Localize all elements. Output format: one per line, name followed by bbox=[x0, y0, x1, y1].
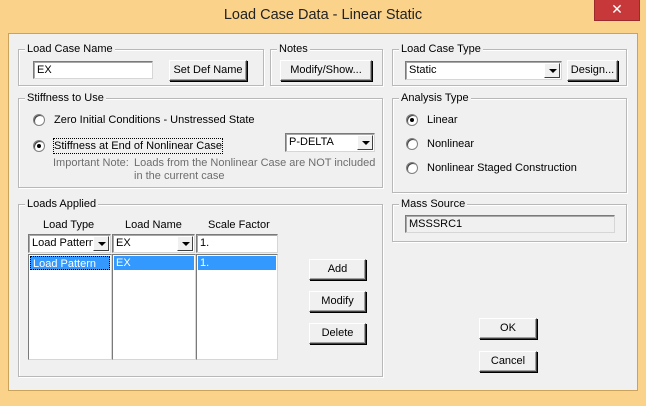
analysis-nonlinear-label: Nonlinear bbox=[427, 138, 475, 150]
load-case-type-legend: Load Case Type bbox=[399, 42, 483, 56]
mass-source-field: MSSSRC1 bbox=[405, 215, 615, 233]
analysis-staged-option[interactable]: Nonlinear Staged Construction bbox=[406, 161, 616, 177]
important-note-line1: Loads from the Nonlinear Case are NOT in… bbox=[134, 157, 376, 169]
chevron-down-icon[interactable] bbox=[177, 236, 193, 251]
cancel-button[interactable]: Cancel bbox=[479, 351, 537, 372]
mass-source-legend: Mass Source bbox=[399, 197, 468, 211]
add-load-button[interactable]: Add bbox=[309, 259, 366, 280]
header-load-type: Load Type bbox=[43, 219, 95, 231]
stiffness-group: Stiffness to Use Zero Initial Conditions… bbox=[18, 91, 383, 188]
window-title: Load Case Data - Linear Static bbox=[223, 7, 423, 23]
radio-nonlinear[interactable] bbox=[406, 138, 418, 150]
delete-load-button[interactable]: Delete bbox=[309, 323, 366, 344]
close-button[interactable]: ✕ bbox=[594, 0, 640, 21]
load-type-value: Load Pattern bbox=[32, 237, 95, 249]
scale-factor-input[interactable]: 1. bbox=[196, 234, 278, 253]
important-note-label: Important Note: bbox=[53, 157, 129, 169]
load-case-name-input[interactable]: EX bbox=[33, 61, 153, 79]
chevron-down-icon[interactable] bbox=[544, 63, 560, 78]
load-case-type-group: Load Case Type Static Design... bbox=[392, 42, 627, 86]
mass-source-group: Mass Source MSSSRC1 bbox=[392, 197, 627, 242]
load-case-name-legend: Load Case Name bbox=[25, 42, 115, 56]
header-scale-factor: Scale Factor bbox=[208, 219, 270, 231]
notes-group: Notes Modify/Show... bbox=[270, 42, 383, 86]
analysis-linear-option[interactable]: Linear bbox=[406, 113, 606, 129]
stiffness-nonlinear-label: Stiffness at End of Nonlinear Case bbox=[53, 138, 223, 154]
list-item[interactable]: Load Pattern bbox=[30, 256, 110, 270]
load-type-select[interactable]: Load Pattern bbox=[28, 234, 111, 253]
notes-legend: Notes bbox=[277, 42, 310, 56]
ok-button[interactable]: OK bbox=[479, 318, 537, 339]
design-button[interactable]: Design... bbox=[567, 60, 618, 81]
chevron-down-icon[interactable] bbox=[357, 135, 373, 150]
modify-load-button[interactable]: Modify bbox=[309, 291, 366, 312]
set-def-name-button[interactable]: Set Def Name bbox=[169, 60, 247, 81]
load-name-value: EX bbox=[116, 237, 131, 249]
analysis-nonlinear-option[interactable]: Nonlinear bbox=[406, 137, 606, 153]
analysis-type-legend: Analysis Type bbox=[399, 91, 471, 105]
stiffness-zero-label: Zero Initial Conditions - Unstressed Sta… bbox=[54, 114, 255, 126]
loads-applied-legend: Loads Applied bbox=[25, 197, 99, 211]
title-bar: Load Case Data - Linear Static ✕ bbox=[0, 0, 646, 32]
header-load-name: Load Name bbox=[125, 219, 182, 231]
load-case-name-group: Load Case Name EX Set Def Name bbox=[18, 42, 264, 86]
close-icon: ✕ bbox=[611, 1, 623, 17]
load-name-select[interactable]: EX bbox=[112, 234, 195, 253]
stiffness-nonlinear-option[interactable]: Stiffness at End of Nonlinear Case bbox=[33, 138, 233, 155]
radio-end-nonlinear[interactable] bbox=[33, 140, 45, 152]
stiffness-zero-option[interactable]: Zero Initial Conditions - Unstressed Sta… bbox=[33, 113, 353, 129]
analysis-linear-label: Linear bbox=[427, 114, 458, 126]
nonlinear-case-select[interactable]: P-DELTA bbox=[285, 133, 375, 152]
list-item[interactable]: 1. bbox=[198, 256, 276, 270]
load-case-type-select[interactable]: Static bbox=[405, 61, 562, 80]
analysis-staged-label: Nonlinear Staged Construction bbox=[427, 162, 577, 174]
loads-applied-group: Loads Applied Load Type Load Name Scale … bbox=[18, 197, 383, 377]
nonlinear-case-value: P-DELTA bbox=[289, 136, 334, 148]
dialog-body: Load Case Name EX Set Def Name Notes Mod… bbox=[8, 33, 638, 391]
list-column-load-name[interactable]: EX bbox=[112, 254, 196, 360]
load-case-type-value: Static bbox=[409, 64, 437, 76]
stiffness-legend: Stiffness to Use bbox=[25, 91, 106, 105]
list-item[interactable]: EX bbox=[114, 256, 194, 270]
radio-linear[interactable] bbox=[406, 114, 418, 126]
chevron-down-icon[interactable] bbox=[93, 236, 109, 251]
analysis-type-group: Analysis Type Linear Nonlinear Nonlinear… bbox=[392, 91, 627, 193]
important-note-line2: in the current case bbox=[134, 170, 225, 182]
radio-zero-initial[interactable] bbox=[33, 114, 45, 126]
notes-modify-show-button[interactable]: Modify/Show... bbox=[280, 60, 372, 81]
list-column-load-type[interactable]: Load Pattern bbox=[28, 254, 112, 360]
radio-staged[interactable] bbox=[406, 162, 418, 174]
list-column-scale-factor[interactable]: 1. bbox=[196, 254, 278, 360]
